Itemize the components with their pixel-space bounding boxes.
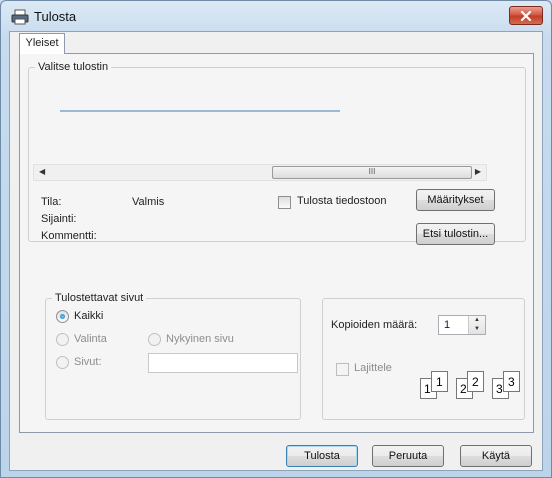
close-button[interactable] bbox=[509, 6, 543, 25]
copies-spinner[interactable]: 1 ▲ ▼ bbox=[438, 315, 486, 335]
window-title: Tulosta bbox=[34, 9, 77, 24]
current-page-label[interactable]: Nykyinen sivu bbox=[166, 333, 234, 345]
print-to-file-checkbox[interactable] bbox=[278, 196, 291, 209]
page-number: 1 bbox=[436, 375, 443, 389]
page-number: 3 bbox=[496, 382, 503, 396]
tab-general[interactable]: Yleiset bbox=[19, 33, 65, 54]
scroll-right-icon[interactable]: ▶ bbox=[475, 167, 481, 176]
print-button[interactable]: Tulosta bbox=[286, 445, 358, 467]
select-printer-legend: Valitse tulostin bbox=[35, 61, 112, 73]
location-label: Sijainti: bbox=[41, 213, 77, 225]
pages-input[interactable] bbox=[148, 353, 298, 373]
collate-checkbox[interactable] bbox=[336, 363, 349, 376]
comment-label: Kommentti: bbox=[41, 230, 97, 242]
dialog-client-area: Yleiset Valitse tulostin ◀ III ▶ Tila: V… bbox=[9, 31, 543, 471]
status-label: Tila: bbox=[41, 196, 62, 208]
page-number: 1 bbox=[424, 382, 431, 396]
tab-panel-general: Valitse tulostin ◀ III ▶ Tila: Valmis Si… bbox=[19, 53, 534, 433]
scroll-thumb[interactable]: III bbox=[272, 166, 472, 179]
preferences-button[interactable]: Määritykset bbox=[416, 189, 495, 211]
pages-radio[interactable] bbox=[56, 356, 69, 369]
copies-value[interactable]: 1 bbox=[444, 319, 450, 331]
page-number: 3 bbox=[508, 375, 515, 389]
print-dialog-window: Tulosta Yleiset Valitse tulostin ◀ III ▶ bbox=[0, 0, 552, 478]
status-value: Valmis bbox=[132, 196, 165, 208]
page-range-legend: Tulostettavat sivut bbox=[52, 292, 147, 304]
page-number: 2 bbox=[460, 382, 467, 396]
cancel-button[interactable]: Peruuta bbox=[372, 445, 444, 467]
selection-label[interactable]: Valinta bbox=[74, 333, 107, 345]
page-range-group: Tulostettavat sivut Kaikki Valinta Nykyi… bbox=[45, 292, 301, 420]
printer-icon bbox=[11, 9, 29, 25]
spin-down-icon[interactable]: ▼ bbox=[469, 325, 485, 334]
select-printer-group: Valitse tulostin ◀ III ▶ Tila: Valmis Si… bbox=[28, 61, 526, 245]
scroll-left-icon[interactable]: ◀ bbox=[39, 167, 45, 176]
collate-label[interactable]: Lajittele bbox=[354, 362, 392, 374]
close-icon bbox=[520, 10, 532, 21]
printer-list-hscrollbar[interactable]: ◀ III ▶ bbox=[33, 164, 487, 181]
print-to-file-label[interactable]: Tulosta tiedostoon bbox=[297, 195, 386, 207]
all-pages-label[interactable]: Kaikki bbox=[74, 310, 103, 322]
all-pages-radio[interactable] bbox=[56, 310, 69, 323]
spinner-buttons[interactable]: ▲ ▼ bbox=[468, 316, 485, 334]
copies-label: Kopioiden määrä: bbox=[331, 319, 418, 331]
radio-selected-dot bbox=[60, 314, 65, 319]
selection-radio[interactable] bbox=[56, 333, 69, 346]
page-number: 2 bbox=[472, 375, 479, 389]
spin-up-icon[interactable]: ▲ bbox=[469, 316, 485, 325]
find-printer-button[interactable]: Etsi tulostin... bbox=[416, 223, 495, 245]
current-page-radio[interactable] bbox=[148, 333, 161, 346]
printer-list-item[interactable] bbox=[60, 110, 340, 112]
copies-group: Kopioiden määrä: 1 ▲ ▼ Lajittele 1 1 2 2… bbox=[322, 298, 525, 420]
apply-button[interactable]: Käytä bbox=[460, 445, 532, 467]
pages-label[interactable]: Sivut: bbox=[74, 356, 102, 368]
title-bar[interactable]: Tulosta bbox=[1, 1, 551, 33]
